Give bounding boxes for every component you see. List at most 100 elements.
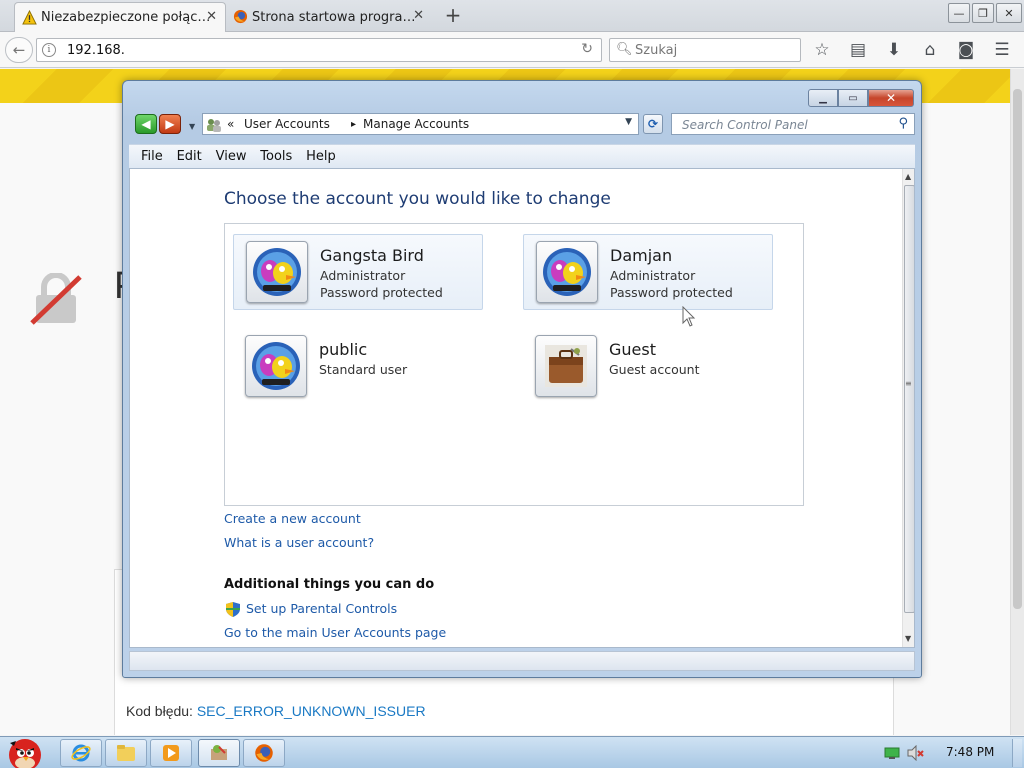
dialog-back-button[interactable]: ◀ [135,114,157,134]
manage-accounts-content: Choose the account you would like to cha… [129,168,915,648]
menu-file[interactable]: File [129,145,163,164]
menu-view[interactable]: View [204,145,247,164]
account-type: Guest account [609,362,700,377]
url-bar[interactable]: i 192.168. ↻ [36,38,602,62]
recent-pages-dropdown-icon[interactable]: ▼ [189,122,195,131]
taskbar-internet-explorer[interactable] [60,739,102,767]
content-scrollbar[interactable]: ▲ ≡ ▼ [902,169,914,647]
address-bar[interactable]: « User Accounts ▸ Manage Accounts ▼ [202,113,639,135]
account-picture [535,335,597,397]
tab-title: Strona startowa progra… [252,9,416,25]
taskbar-clock[interactable]: 7:48 PM [946,745,994,759]
network-icon[interactable] [884,747,900,759]
dialog-minimize-button[interactable]: ▁ [808,89,838,107]
account-name: Damjan [610,246,673,265]
account-damjan[interactable]: Damjan Administrator Password protected [523,234,773,310]
parental-controls-link[interactable]: Set up Parental Controls [246,601,397,616]
account-picture [536,241,598,303]
home-icon[interactable]: ⌂ [918,38,942,62]
new-tab-button[interactable]: + [443,4,463,26]
close-tab-icon[interactable]: ✕ [206,9,217,24]
dialog-forward-button[interactable]: ▶ [159,114,181,134]
download-icon[interactable]: ⬇ [882,38,906,62]
address-dropdown-icon[interactable]: ▼ [625,117,632,127]
search-bar[interactable]: 🔍︎ Szukaj [609,38,801,62]
menu-edit[interactable]: Edit [165,145,202,164]
window-controls: — ❐ ✕ [948,3,1022,23]
taskbar [0,736,1024,768]
briefcase-icon [545,345,587,387]
broken-lock-icon [30,273,82,325]
browser-tab-bar: Niezabezpieczone połąc… ✕ Strona startow… [0,0,1024,32]
account-public[interactable]: public Standard user [233,329,483,405]
search-icon: 🔍︎ [616,42,633,57]
nav-buttons: ◀ ▶ [135,113,181,135]
close-tab-icon[interactable]: ✕ [413,8,424,23]
breadcrumb-user-accounts[interactable]: User Accounts [244,117,330,131]
back-button[interactable]: ← [5,37,33,63]
bird-avatar-icon [543,248,591,296]
breadcrumb-separator-icon[interactable]: ▸ [351,119,356,130]
menu-icon[interactable]: ☰ [990,38,1014,62]
taskbar-explorer[interactable] [105,739,147,767]
reload-icon[interactable]: ↻ [581,41,593,57]
breadcrumb-manage-accounts[interactable]: Manage Accounts [363,117,469,131]
bird-avatar-icon [252,342,300,390]
pocket-icon[interactable]: ◙ [954,38,978,62]
volume-muted-icon[interactable] [906,745,924,761]
search-icon[interactable]: ⚲ [898,116,908,131]
dialog-close-button[interactable]: ✕ [868,89,914,107]
toolbar-icons: ☆ ▤ ⬇ ⌂ ◙ ☰ [810,38,1014,62]
account-guest[interactable]: Guest Guest account [523,329,773,405]
media-player-icon [163,745,179,761]
show-desktop-button[interactable] [1012,739,1022,767]
minimize-button[interactable]: — [948,3,970,23]
menu-help[interactable]: Help [294,145,336,164]
what-is-account-link[interactable]: What is a user account? [224,535,374,550]
scroll-up-icon[interactable]: ▲ [905,172,911,181]
bookmark-star-icon[interactable]: ☆ [810,38,834,62]
menu-tools[interactable]: Tools [248,145,292,164]
error-label: Kod błędu: [126,703,193,719]
tab-insecure-connection[interactable]: Niezabezpieczone połąc… ✕ [14,2,226,32]
breadcrumb-overflow[interactable]: « [227,117,234,131]
taskbar-control-panel[interactable] [198,739,240,767]
mouse-cursor-icon [682,306,696,327]
scroll-down-icon[interactable]: ▼ [905,634,911,643]
account-status: Password protected [610,285,733,300]
control-panel-search[interactable]: Search Control Panel ⚲ [671,113,915,135]
account-picture [245,335,307,397]
accounts-list: Gangsta Bird Administrator Password prot… [224,223,804,506]
taskbar-media-player[interactable] [150,739,192,767]
warning-icon [22,10,37,25]
account-name: Gangsta Bird [320,246,424,265]
error-code-link[interactable]: SEC_ERROR_UNKNOWN_ISSUER [197,703,426,719]
firefox-icon [233,9,248,24]
search-placeholder: Search Control Panel [682,118,808,132]
close-window-button[interactable]: ✕ [996,3,1022,23]
dialog-maximize-button[interactable]: ▭ [838,89,868,107]
refresh-button[interactable]: ⟳ [643,114,663,134]
scroll-grip-icon: ≡ [905,379,912,388]
user-accounts-window: ▁ ▭ ✕ ◀ ▶ ▼ « User Accounts ▸ Manage Acc… [122,80,922,678]
browser-toolbar: ← i 192.168. ↻ 🔍︎ Szukaj ☆ ▤ ⬇ ⌂ ◙ ☰ [0,32,1024,68]
dialog-window-controls: ▁ ▭ ✕ [808,89,914,107]
account-name: Guest [609,340,656,359]
start-button-angry-bird-icon[interactable] [2,731,48,768]
internet-explorer-icon [71,744,91,762]
account-gangsta-bird[interactable]: Gangsta Bird Administrator Password prot… [233,234,483,310]
reading-list-icon[interactable]: ▤ [846,38,870,62]
account-status: Password protected [320,285,443,300]
restore-button[interactable]: ❐ [972,3,994,23]
bird-avatar-icon [253,248,301,296]
info-icon[interactable]: i [42,43,56,57]
create-account-link[interactable]: Create a new account [224,511,361,526]
account-type: Administrator [320,268,406,283]
url-text: 192.168. [67,43,125,58]
main-user-accounts-link[interactable]: Go to the main User Accounts page [224,625,446,640]
scroll-thumb[interactable] [904,185,914,613]
page-scrollbar[interactable] [1010,69,1024,735]
account-type: Administrator [610,268,696,283]
taskbar-firefox[interactable] [243,739,285,767]
tab-start-page[interactable]: Strona startowa progra… ✕ [226,2,432,32]
